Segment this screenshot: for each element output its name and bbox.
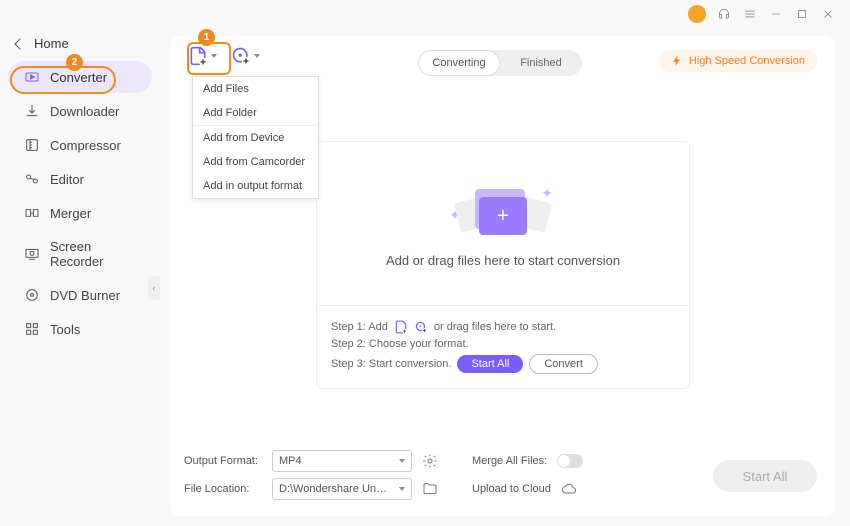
dropdown-add-device[interactable]: Add from Device: [193, 126, 318, 150]
sidebar: Home Converter Downloader Compressor Edi…: [0, 0, 160, 526]
tab-converting[interactable]: Converting: [418, 50, 500, 76]
sidebar-item-label: Screen Recorder: [50, 239, 136, 269]
gear-icon[interactable]: [422, 453, 438, 469]
chevron-down-icon: [399, 487, 405, 491]
main-panel: Converting Finished High Speed Conversio…: [170, 36, 835, 516]
toolbar: [188, 46, 260, 66]
sidebar-item-screen-recorder[interactable]: Screen Recorder: [8, 231, 152, 277]
output-format-label: Output Format:: [184, 455, 262, 467]
home-link[interactable]: Home: [0, 28, 160, 59]
merge-toggle[interactable]: [557, 454, 583, 468]
bolt-icon: [671, 55, 683, 67]
file-add-icon: [394, 320, 408, 334]
sidebar-item-label: Compressor: [50, 138, 121, 153]
maximize-button[interactable]: [794, 6, 810, 22]
tabs: Converting Finished: [418, 50, 582, 76]
sidebar-collapse-handle[interactable]: ‹: [148, 276, 160, 300]
dvd-icon: [24, 287, 40, 303]
cloud-icon[interactable]: [561, 481, 577, 497]
start-all-inline-button[interactable]: Start All: [457, 355, 523, 373]
sidebar-item-label: DVD Burner: [50, 288, 120, 303]
titlebar: [688, 0, 850, 28]
dropdown-add-files[interactable]: Add Files: [193, 77, 318, 101]
folder-icon[interactable]: [422, 481, 438, 497]
step-2: Step 2: Choose your format.: [331, 338, 675, 350]
high-speed-label: High Speed Conversion: [689, 55, 805, 67]
output-format-select[interactable]: MP4: [272, 450, 412, 472]
step-1: Step 1: Add or drag files here to start.: [331, 320, 675, 334]
high-speed-conversion[interactable]: High Speed Conversion: [659, 50, 817, 72]
sidebar-item-label: Converter: [50, 70, 107, 85]
folder-illustration: ✦ + ✦: [463, 179, 543, 239]
menu-icon[interactable]: [742, 6, 758, 22]
add-file-button[interactable]: [188, 46, 217, 66]
dropzone-upper: ✦ + ✦ Add or drag files here to start co…: [317, 142, 689, 305]
sidebar-item-dvd-burner[interactable]: DVD Burner: [8, 279, 152, 311]
converter-icon: [24, 69, 40, 85]
upload-cloud-label: Upload to Cloud: [472, 483, 551, 495]
chevron-down-icon: [399, 459, 405, 463]
annotation-badge-2: 2: [66, 54, 83, 71]
tools-icon: [24, 321, 40, 337]
dropdown-add-folder[interactable]: Add Folder: [193, 101, 318, 125]
editor-icon: [24, 171, 40, 187]
sidebar-item-label: Merger: [50, 206, 91, 221]
step-3: Step 3: Start conversion. Start All Conv…: [331, 354, 675, 374]
home-label: Home: [34, 36, 69, 51]
headset-icon[interactable]: [716, 6, 732, 22]
sidebar-item-label: Downloader: [50, 104, 119, 119]
convert-inline-button[interactable]: Convert: [529, 354, 598, 374]
add-dropdown-menu: Add Files Add Folder Add from Device Add…: [192, 76, 319, 199]
chevron-down-icon: [211, 54, 217, 58]
merge-label: Merge All Files:: [472, 455, 547, 467]
sidebar-item-downloader[interactable]: Downloader: [8, 95, 152, 127]
dropdown-add-output[interactable]: Add in output format: [193, 174, 318, 198]
add-disc-button[interactable]: [231, 46, 260, 66]
close-button[interactable]: [820, 6, 836, 22]
sidebar-item-label: Tools: [50, 322, 80, 337]
minimize-button[interactable]: [768, 6, 784, 22]
disc-add-icon: [414, 320, 428, 334]
dropzone-text: Add or drag files here to start conversi…: [386, 253, 620, 268]
dropdown-add-camcorder[interactable]: Add from Camcorder: [193, 150, 318, 174]
annotation-badge-1: 1: [198, 29, 215, 46]
tab-finished[interactable]: Finished: [500, 50, 582, 76]
chevron-left-icon: [14, 38, 25, 49]
download-icon: [24, 103, 40, 119]
dropzone[interactable]: ✦ + ✦ Add or drag files here to start co…: [316, 141, 690, 389]
file-location-label: File Location:: [184, 483, 262, 495]
file-location-select[interactable]: D:\Wondershare UniConverter 1: [272, 478, 412, 500]
merger-icon: [24, 205, 40, 221]
start-all-button[interactable]: Start All: [713, 460, 817, 492]
disc-add-icon: [231, 46, 251, 66]
sidebar-item-compressor[interactable]: Compressor: [8, 129, 152, 161]
sidebar-item-tools[interactable]: Tools: [8, 313, 152, 345]
screen-recorder-icon: [24, 246, 40, 262]
avatar[interactable]: [688, 5, 706, 23]
compressor-icon: [24, 137, 40, 153]
sidebar-item-label: Editor: [50, 172, 84, 187]
chevron-down-icon: [254, 54, 260, 58]
sidebar-item-editor[interactable]: Editor: [8, 163, 152, 195]
sidebar-item-merger[interactable]: Merger: [8, 197, 152, 229]
dropzone-steps: Step 1: Add or drag files here to start.…: [317, 305, 689, 388]
file-add-icon: [188, 46, 208, 66]
